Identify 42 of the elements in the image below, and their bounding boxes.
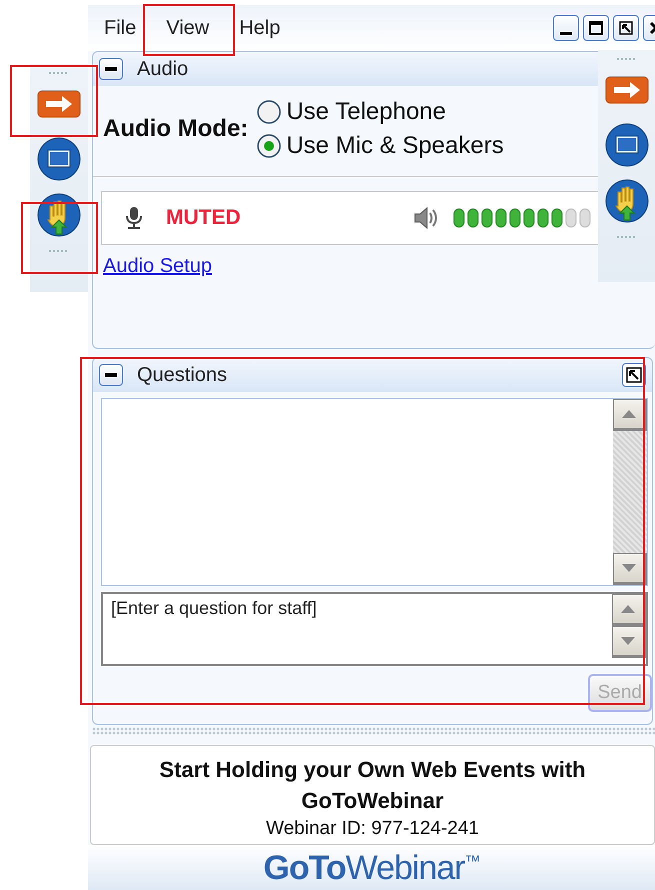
audio-mode-label: Audio Mode: (103, 115, 248, 143)
scroll-down-button[interactable] (613, 553, 647, 585)
menu-item[interactable]: Help (239, 16, 280, 40)
radio-button[interactable] (256, 133, 282, 159)
collapse-button[interactable] (99, 364, 123, 386)
product-logo: GoToWebinar$^{™}$ (263, 849, 480, 889)
speaker-icon (412, 206, 439, 230)
scrollbar[interactable] (613, 399, 647, 585)
audio-setup-link[interactable]: Audio Setup (103, 255, 212, 278)
up-arrow-icon (621, 605, 635, 613)
radio-button[interactable] (256, 99, 282, 125)
screen-button[interactable] (604, 122, 650, 168)
down-arrow-icon (621, 637, 635, 645)
screen-icon (604, 122, 650, 168)
scroll-up-button[interactable] (613, 399, 647, 431)
panel-title: Questions (137, 364, 228, 386)
minimize-icon (560, 32, 572, 34)
popout-icon (626, 367, 642, 383)
screen-icon (36, 136, 82, 182)
promo-headline: Start Holding your Own Web Events with GoToWebinar (158, 756, 587, 815)
collapse-button[interactable] (99, 58, 123, 80)
scroll-up-button[interactable] (612, 594, 646, 626)
minimize-button[interactable] (553, 15, 579, 41)
menu-item[interactable]: View (166, 16, 210, 40)
down-arrow-icon (622, 564, 636, 572)
maximize-button[interactable] (583, 15, 609, 41)
minus-icon (105, 67, 117, 71)
restore-button[interactable] (613, 15, 639, 41)
panel-title: Audio (137, 58, 188, 80)
arrow-button[interactable] (37, 90, 81, 118)
up-arrow-icon (622, 410, 636, 418)
menu-item[interactable]: File (104, 16, 136, 40)
microphone-icon (124, 206, 144, 230)
screen-button[interactable] (36, 136, 82, 182)
arrow-button[interactable] (605, 76, 649, 104)
mic-status: MUTED (166, 206, 241, 230)
scroll-down-button[interactable] (612, 626, 646, 658)
webinar-id: Webinar ID: 977-124-241 (265, 818, 480, 840)
radio-label[interactable]: Use Mic & Speakers (286, 132, 504, 160)
radio-label[interactable]: Use Telephone (286, 98, 446, 126)
minus-icon (105, 373, 117, 377)
popout-button[interactable] (622, 363, 646, 387)
